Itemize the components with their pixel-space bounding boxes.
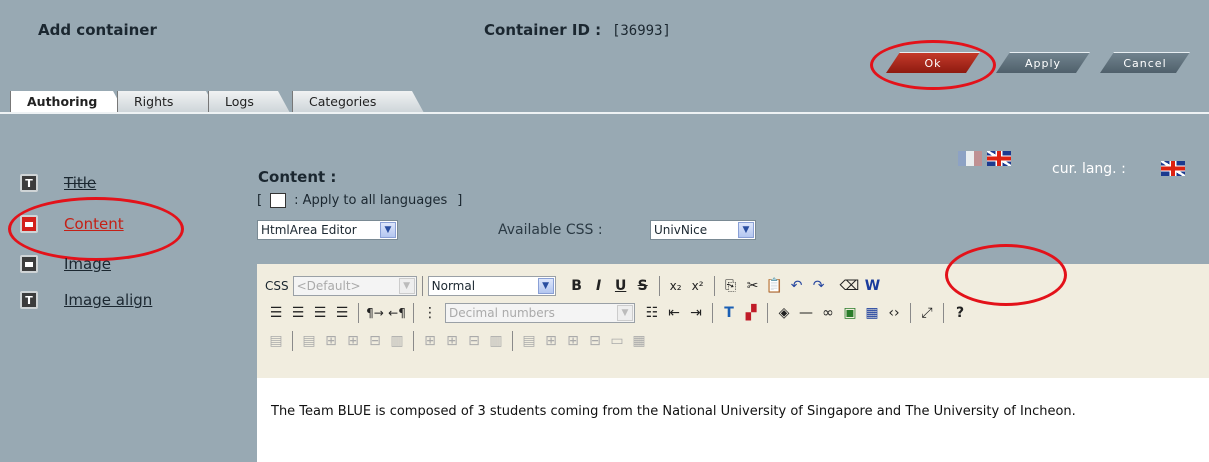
insert-cell-after-icon: ⊞ <box>567 333 579 349</box>
strikethrough-icon[interactable]: S <box>632 275 654 297</box>
image-icon <box>20 255 38 273</box>
toolbar-highlight-circle <box>945 244 1067 306</box>
align-left-icon[interactable]: ☰ <box>265 302 287 324</box>
cancel-button[interactable]: Cancel <box>1100 52 1190 73</box>
word-clean-icon[interactable]: W <box>861 275 883 297</box>
unordered-list-icon[interactable]: ☷ <box>641 302 663 324</box>
bold-icon[interactable]: B <box>566 275 588 297</box>
tab-divider <box>0 112 1209 114</box>
delete-cell-icon: ⊟ <box>589 333 601 349</box>
text-color-icon[interactable]: T <box>718 302 740 324</box>
editor-toolbar: CSS <Default> ▼ Normal ▼ B I U S x₂ x² ⎘… <box>257 264 1209 378</box>
split-column-icon: ▥ <box>489 333 503 349</box>
insert-image-icon[interactable]: ▣ <box>839 302 861 324</box>
chevron-down-icon: ▼ <box>380 222 396 238</box>
copy-icon[interactable]: ⎘ <box>720 275 742 297</box>
split-cell-icon: ▦ <box>632 333 646 349</box>
delete-column-icon: ⊟ <box>468 333 480 349</box>
underline-icon[interactable]: U <box>610 275 632 297</box>
html-source-icon[interactable]: ‹› <box>883 302 905 324</box>
text-icon: T <box>20 291 38 309</box>
css-select[interactable]: UnivNice ▼ <box>650 220 756 240</box>
insert-table-icon[interactable]: ▦ <box>861 302 883 324</box>
container-id: Container ID : [36993] <box>484 21 671 39</box>
subscript-icon[interactable]: x₂ <box>665 275 687 297</box>
align-center-icon[interactable]: ☰ <box>287 302 309 324</box>
available-css-label: Available CSS : <box>498 222 603 238</box>
cut-icon[interactable]: ✂ <box>742 275 764 297</box>
insert-column-after-icon: ⊞ <box>446 333 458 349</box>
chevron-down-icon: ▼ <box>537 278 554 294</box>
undo-icon[interactable]: ↶ <box>786 275 808 297</box>
chevron-down-icon: ▼ <box>738 222 754 238</box>
indent-icon[interactable]: ⇥ <box>685 302 707 324</box>
sidebar-item-label[interactable]: Image align <box>64 291 152 309</box>
insert-row-after-icon: ⊞ <box>347 333 359 349</box>
insert-link-icon[interactable]: ∞ <box>817 302 839 324</box>
insert-cell-before-icon: ⊞ <box>545 333 557 349</box>
horizontal-rule-icon[interactable]: — <box>795 302 817 324</box>
editor-content[interactable]: The Team BLUE is composed of 3 students … <box>257 378 1209 462</box>
insert-special-icon[interactable]: ◈ <box>773 302 795 324</box>
cell-properties-icon: ▤ <box>522 333 536 349</box>
page-title: Add container <box>38 21 157 39</box>
apply-all-row: [ : Apply to all languages ] <box>257 193 463 208</box>
apply-all-checkbox[interactable] <box>270 193 287 208</box>
sidebar-item-label[interactable]: Title <box>64 174 96 192</box>
css-label: CSS <box>265 279 289 293</box>
row-properties-icon: ▤ <box>302 333 316 349</box>
outdent-icon[interactable]: ⇤ <box>663 302 685 324</box>
rtl-icon[interactable]: ←¶ <box>386 302 408 324</box>
tab-authoring[interactable]: Authoring <box>10 91 125 113</box>
table-properties-icon: ▤ <box>269 333 283 349</box>
tab-logs[interactable]: Logs <box>208 91 290 113</box>
superscript-icon[interactable]: x² <box>687 275 709 297</box>
redo-icon[interactable]: ↷ <box>808 275 830 297</box>
sidebar-item-title[interactable]: T Title <box>20 174 96 192</box>
insert-column-before-icon: ⊞ <box>424 333 436 349</box>
sidebar-item-label[interactable]: Image <box>64 255 111 273</box>
eraser-icon[interactable]: ⌫ <box>838 275 862 297</box>
align-right-icon[interactable]: ☰ <box>309 302 331 324</box>
sidebar-item-image[interactable]: Image <box>20 255 111 273</box>
paste-icon[interactable]: 📋 <box>764 275 786 297</box>
container-id-value: [36993] <box>611 23 671 39</box>
ordered-list-icon[interactable]: ⋮ <box>419 302 441 324</box>
french-flag-icon[interactable] <box>958 151 982 166</box>
ltr-icon[interactable]: ¶→ <box>364 302 386 324</box>
delete-row-icon: ⊟ <box>369 333 381 349</box>
fullscreen-icon[interactable]: ⤢ <box>916 302 938 324</box>
current-language-flag-icon <box>1161 161 1185 176</box>
content-title: Content : <box>258 168 337 186</box>
format-select[interactable]: Normal ▼ <box>427 276 556 296</box>
background-color-icon[interactable]: ▞ <box>740 302 762 324</box>
apply-button[interactable]: Apply <box>996 52 1090 73</box>
ok-highlight-circle <box>870 40 996 90</box>
italic-icon[interactable]: I <box>588 275 610 297</box>
css-class-select[interactable]: <Default> ▼ <box>292 276 417 296</box>
tab-categories[interactable]: Categories <box>292 91 424 113</box>
chevron-down-icon: ▼ <box>617 305 633 321</box>
current-language-label: cur. lang. : <box>1052 161 1126 177</box>
apply-all-label: : Apply to all languages <box>294 193 448 208</box>
sidebar-item-image-align[interactable]: T Image align <box>20 291 152 309</box>
chevron-down-icon: ▼ <box>398 278 415 294</box>
english-flag-icon[interactable] <box>987 151 1011 166</box>
insert-row-before-icon: ⊞ <box>325 333 337 349</box>
content-highlight-circle <box>8 197 184 261</box>
align-justify-icon[interactable]: ☰ <box>331 302 353 324</box>
merge-cells-icon: ▭ <box>610 333 624 349</box>
container-id-label: Container ID : <box>484 21 602 39</box>
tab-rights[interactable]: Rights <box>117 91 218 113</box>
split-row-icon: ▥ <box>390 333 404 349</box>
list-style-select[interactable]: Decimal numbers ▼ <box>445 303 635 323</box>
text-icon: T <box>20 174 38 192</box>
help-icon[interactable]: ? <box>949 302 971 324</box>
editor-select[interactable]: HtmlArea Editor ▼ <box>257 220 398 240</box>
